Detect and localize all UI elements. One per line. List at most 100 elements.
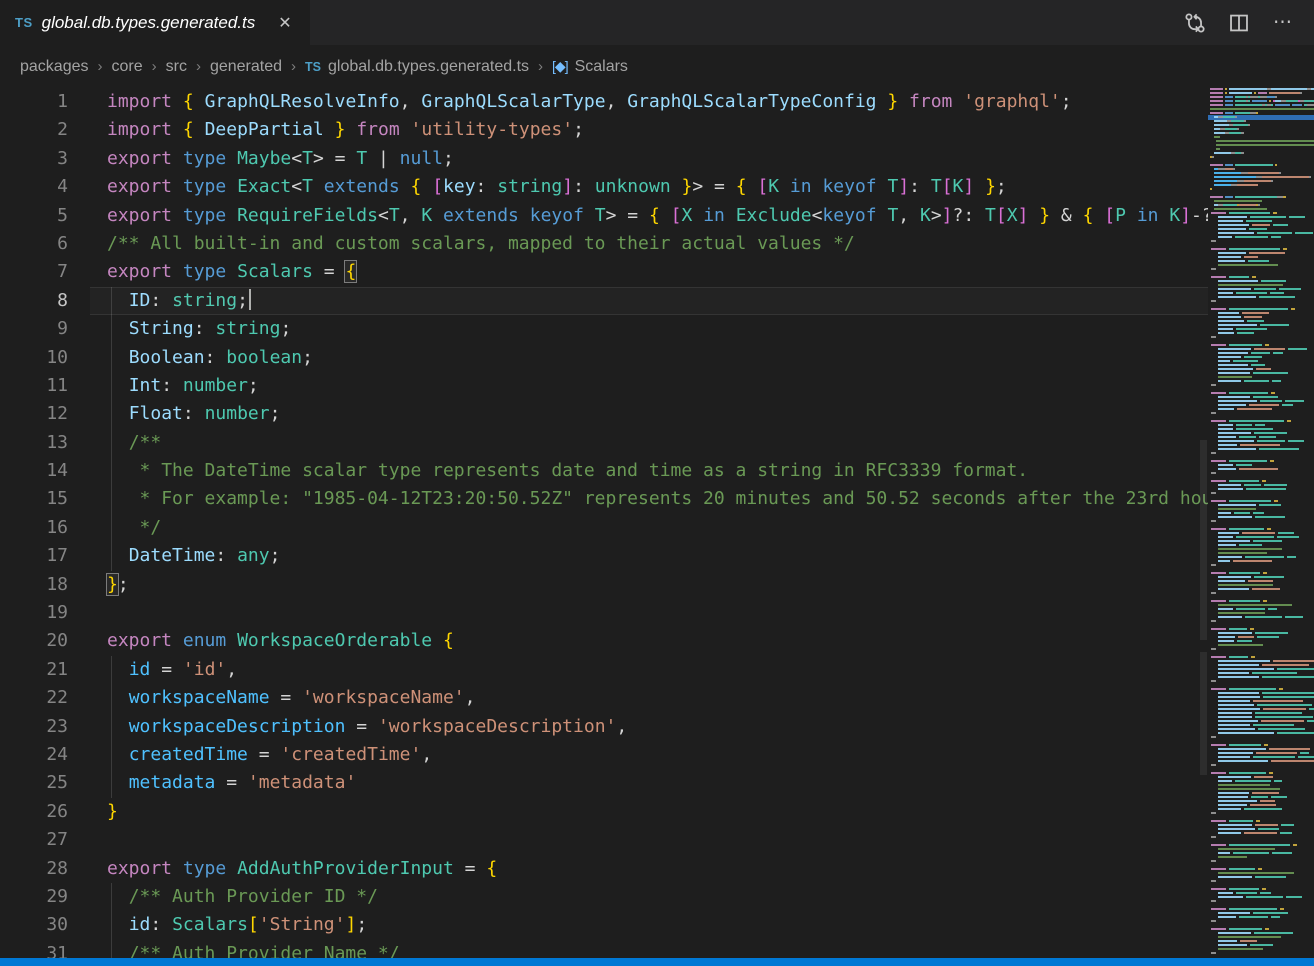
minimap-line bbox=[1210, 464, 1252, 466]
minimap-line bbox=[1210, 308, 1295, 310]
code-editor[interactable]: 1import { GraphQLResolveInfo, GraphQLSca… bbox=[0, 88, 1208, 958]
code-line[interactable]: 15 * For example: "1985-04-12T23:20:50.5… bbox=[0, 485, 1208, 513]
code-text: export type Scalars = { bbox=[68, 258, 356, 286]
minimap-line bbox=[1210, 468, 1278, 470]
breadcrumb-item-symbol[interactable]: [◆]Scalars bbox=[552, 58, 628, 76]
indent-guide bbox=[111, 542, 112, 570]
code-line[interactable]: 8 ID: string; bbox=[0, 287, 1208, 315]
minimap-line bbox=[1210, 124, 1250, 126]
minimap-line bbox=[1210, 636, 1279, 638]
code-line[interactable]: 6/** All built-in and custom scalars, ma… bbox=[0, 230, 1208, 258]
tab-bar: TS global.db.types.generated.ts ✕ bbox=[0, 0, 1314, 45]
minimap-line bbox=[1210, 392, 1275, 394]
minimap-line bbox=[1210, 872, 1294, 874]
minimap-line bbox=[1210, 324, 1289, 326]
minimap-line bbox=[1210, 820, 1260, 822]
more-actions-icon[interactable]: ⋯ bbox=[1268, 8, 1298, 38]
code-line[interactable]: 12 Float: number; bbox=[0, 400, 1208, 428]
minimap-line bbox=[1210, 500, 1278, 502]
breadcrumb-item-file[interactable]: TSglobal.db.types.generated.ts bbox=[305, 58, 529, 76]
code-line[interactable]: 5export type RequireFields<T, K extends … bbox=[0, 202, 1208, 230]
minimap-line bbox=[1210, 240, 1216, 242]
code-line[interactable]: 4export type Exact<T extends { [key: str… bbox=[0, 173, 1208, 201]
minimap-line bbox=[1210, 708, 1314, 710]
code-line[interactable]: 22 workspaceName = 'workspaceName', bbox=[0, 684, 1208, 712]
code-line[interactable]: 21 id = 'id', bbox=[0, 656, 1208, 684]
code-text: ID: string; bbox=[68, 287, 251, 315]
code-line[interactable]: 28export type AddAuthProviderInput = { bbox=[0, 855, 1208, 883]
minimap-line bbox=[1210, 168, 1235, 170]
minimap-line bbox=[1210, 368, 1271, 370]
status-bar[interactable] bbox=[0, 958, 1314, 966]
breadcrumb-item-core[interactable]: core bbox=[112, 58, 143, 76]
code-line[interactable]: 29 /** Auth Provider ID */ bbox=[0, 883, 1208, 911]
code-line[interactable]: 14 * The DateTime scalar type represents… bbox=[0, 457, 1208, 485]
minimap-line bbox=[1210, 256, 1258, 258]
code-line[interactable]: 27 bbox=[0, 826, 1208, 854]
minimap-line bbox=[1210, 316, 1262, 318]
code-line[interactable]: 20export enum WorkspaceOrderable { bbox=[0, 627, 1208, 655]
minimap-line bbox=[1210, 808, 1282, 810]
line-number: 3 bbox=[0, 145, 68, 173]
code-line[interactable]: 7export type Scalars = { bbox=[0, 258, 1208, 286]
code-line[interactable]: 25 metadata = 'metadata' bbox=[0, 769, 1208, 797]
line-number: 14 bbox=[0, 457, 68, 485]
minimap-line bbox=[1210, 224, 1288, 226]
code-line[interactable]: 23 workspaceDescription = 'workspaceDesc… bbox=[0, 713, 1208, 741]
code-line[interactable]: 13 /** bbox=[0, 429, 1208, 457]
minimap-line bbox=[1210, 212, 1277, 214]
code-line[interactable]: 17 DateTime: any; bbox=[0, 542, 1208, 570]
code-line[interactable]: 9 String: string; bbox=[0, 315, 1208, 343]
code-line[interactable]: 11 Int: number; bbox=[0, 372, 1208, 400]
code-line[interactable]: 26} bbox=[0, 798, 1208, 826]
code-text: export type Exact<T extends { [key: stri… bbox=[68, 173, 1007, 201]
minimap-line bbox=[1210, 200, 1262, 202]
close-icon[interactable]: ✕ bbox=[274, 11, 295, 35]
breadcrumb-item-generated[interactable]: generated bbox=[210, 58, 282, 76]
tab-global-db-types[interactable]: TS global.db.types.generated.ts ✕ bbox=[0, 0, 310, 45]
split-editor-icon[interactable] bbox=[1224, 8, 1254, 38]
minimap-line bbox=[1210, 252, 1285, 254]
code-text: /** Auth Provider Name */ bbox=[68, 940, 400, 958]
minimap-line bbox=[1210, 432, 1287, 434]
minimap-line bbox=[1210, 512, 1264, 514]
code-line[interactable]: 30 id: Scalars['String']; bbox=[0, 911, 1208, 939]
minimap-line bbox=[1210, 352, 1283, 354]
minimap-line bbox=[1210, 332, 1254, 334]
code-line[interactable]: 19 bbox=[0, 599, 1208, 627]
open-changes-icon[interactable] bbox=[1180, 8, 1210, 38]
minimap-line bbox=[1210, 936, 1281, 938]
minimap-line bbox=[1210, 824, 1294, 826]
code-line[interactable]: 10 Boolean: boolean; bbox=[0, 344, 1208, 372]
breadcrumb-item-src[interactable]: src bbox=[166, 58, 187, 76]
overview-ruler-decoration bbox=[1200, 652, 1207, 775]
minimap[interactable] bbox=[1208, 88, 1314, 958]
line-number: 22 bbox=[0, 684, 68, 712]
line-number: 27 bbox=[0, 826, 68, 854]
minimap-line bbox=[1210, 788, 1280, 790]
minimap-line bbox=[1210, 608, 1277, 610]
minimap-line bbox=[1210, 96, 1277, 98]
code-line[interactable]: 31 /** Auth Provider Name */ bbox=[0, 940, 1208, 958]
minimap-line bbox=[1210, 184, 1258, 186]
overview-ruler[interactable] bbox=[1199, 88, 1208, 958]
line-number: 20 bbox=[0, 627, 68, 655]
code-line[interactable]: 16 */ bbox=[0, 514, 1208, 542]
minimap-line bbox=[1210, 588, 1280, 590]
line-number: 24 bbox=[0, 741, 68, 769]
code-line[interactable]: 24 createdTime = 'createdTime', bbox=[0, 741, 1208, 769]
tab-title: global.db.types.generated.ts bbox=[42, 13, 256, 33]
minimap-line bbox=[1210, 748, 1310, 750]
minimap-line bbox=[1210, 672, 1297, 674]
minimap-line bbox=[1210, 880, 1216, 882]
indent-guide bbox=[111, 372, 112, 400]
breadcrumb-item-packages[interactable]: packages bbox=[20, 58, 89, 76]
code-line[interactable]: 1import { GraphQLResolveInfo, GraphQLSca… bbox=[0, 88, 1208, 116]
minimap-line bbox=[1210, 404, 1293, 406]
code-line[interactable]: 3export type Maybe<T> = T | null; bbox=[0, 145, 1208, 173]
minimap-line bbox=[1210, 228, 1267, 230]
code-line[interactable]: 2import { DeepPartial } from 'utility-ty… bbox=[0, 116, 1208, 144]
code-line[interactable]: 18}; bbox=[0, 571, 1208, 599]
line-number: 10 bbox=[0, 344, 68, 372]
breadcrumb-separator-icon: › bbox=[152, 58, 157, 75]
